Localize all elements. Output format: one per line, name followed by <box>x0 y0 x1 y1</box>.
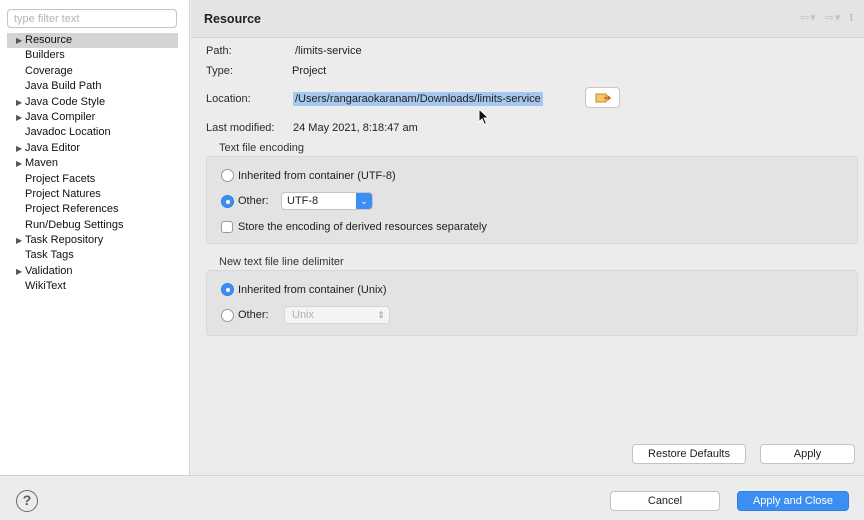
encoding-other-label: Other: <box>238 195 269 207</box>
encoding-group-title: Text file encoding <box>219 142 304 154</box>
sidebar-item[interactable]: ▶ Java Editor <box>0 141 190 156</box>
sidebar-item[interactable]: Task Tags <box>0 248 190 263</box>
sidebar-item-label: Java Build Path <box>25 80 102 93</box>
delimiter-other-radio[interactable] <box>221 309 234 322</box>
expand-arrow-icon[interactable]: ▶ <box>16 110 22 125</box>
help-icon[interactable]: ? <box>16 490 38 512</box>
path-label: Path: <box>206 45 232 57</box>
store-encoding-label: Store the encoding of derived resources … <box>238 221 487 233</box>
mouse-cursor-icon <box>478 108 490 126</box>
sidebar-item-label: Javadoc Location <box>25 126 111 139</box>
expand-arrow-icon[interactable]: ▶ <box>16 33 22 48</box>
expand-arrow-icon[interactable]: ▶ <box>16 156 22 171</box>
encoding-select-value: UTF-8 <box>287 195 319 207</box>
delimiter-inherited-radio[interactable] <box>221 283 234 296</box>
path-value: /limits-service <box>295 45 362 57</box>
sidebar-item[interactable]: Project References <box>0 202 190 217</box>
sidebar-item-label: Coverage <box>25 64 73 77</box>
expand-arrow-icon[interactable]: ▶ <box>16 264 22 279</box>
dialog-footer: ? Cancel Apply and Close <box>0 475 864 520</box>
cancel-button[interactable]: Cancel <box>610 491 720 511</box>
open-folder-icon <box>595 93 611 102</box>
sidebar-item-label: WikiText <box>25 280 66 293</box>
show-in-system-explorer-button[interactable] <box>585 87 620 108</box>
encoding-other-radio[interactable] <box>221 195 234 208</box>
sidebar-item[interactable]: ▶ Resource <box>7 33 178 49</box>
encoding-inherited-radio[interactable] <box>221 169 234 182</box>
apply-button[interactable]: Apply <box>760 444 855 464</box>
delimiter-select[interactable]: Unix ⇕ <box>284 306 390 324</box>
up-down-chevron-icon: ⇕ <box>377 310 385 320</box>
sidebar-item-label: Maven <box>25 157 59 170</box>
filter-input[interactable] <box>7 9 177 28</box>
store-encoding-checkbox[interactable] <box>221 221 233 233</box>
encoding-inherited-label: Inherited from container (UTF-8) <box>238 170 396 182</box>
sidebar-item[interactable]: Project Facets <box>0 172 190 187</box>
expand-arrow-icon[interactable]: ▶ <box>16 141 22 156</box>
sidebar-item[interactable]: Run/Debug Settings <box>0 218 190 233</box>
last-modified-value: 24 May 2021, 8:18:47 am <box>293 122 418 134</box>
encoding-group: Inherited from container (UTF-8) Other: … <box>206 156 858 244</box>
page-header: Resource ⇦▾ ⇨▾ ⁝ <box>191 0 864 38</box>
sidebar-item-label: Task Tags <box>25 249 74 262</box>
resource-page: Resource ⇦▾ ⇨▾ ⁝ Path: /limits-service T… <box>191 0 864 475</box>
sidebar-item[interactable]: Builders <box>0 48 190 63</box>
delimiter-inherited-label: Inherited from container (Unix) <box>238 284 387 296</box>
location-label: Location: <box>206 93 251 105</box>
delimiter-select-value: Unix <box>292 309 315 321</box>
type-value: Project <box>292 65 327 77</box>
back-arrow-icon[interactable]: ⇦▾ <box>800 11 817 24</box>
sidebar-item-label: Task Repository <box>25 234 104 247</box>
location-value[interactable]: /Users/rangaraokaranam/Downloads/limits-… <box>293 92 543 106</box>
chevron-down-icon: ⌄ <box>356 193 372 209</box>
sidebar-item[interactable]: ▶ Validation <box>0 264 190 279</box>
sidebar-item-label: Validation <box>25 264 73 277</box>
sidebar-item[interactable]: ▶ Java Compiler <box>0 110 190 125</box>
preferences-sidebar: ▶ResourceBuildersCoverageJava Build Path… <box>0 0 190 475</box>
history-navigation: ⇦▾ ⇨▾ ⁝ <box>796 11 854 24</box>
sidebar-item-label: Java Code Style <box>25 95 106 108</box>
sidebar-item[interactable]: ▶ Java Code Style <box>0 95 190 110</box>
delimiter-group-title: New text file line delimiter <box>219 256 344 268</box>
expand-arrow-icon[interactable]: ▶ <box>16 95 22 110</box>
sidebar-item-label: Project Facets <box>25 172 96 185</box>
sidebar-item[interactable]: Javadoc Location <box>0 125 190 140</box>
sidebar-item[interactable]: Project Natures <box>0 187 190 202</box>
sidebar-item-label: Java Editor <box>25 141 81 154</box>
sidebar-item-label: Run/Debug Settings <box>25 218 124 231</box>
forward-arrow-icon[interactable]: ⇨▾ <box>825 11 842 24</box>
type-label: Type: <box>206 65 233 77</box>
apply-and-close-button[interactable]: Apply and Close <box>737 491 849 511</box>
delimiter-other-label: Other: <box>238 309 269 321</box>
sidebar-item-label: Builders <box>25 49 65 62</box>
last-modified-label: Last modified: <box>206 122 275 134</box>
property-tree: ▶ Resource Builders Coverage Java Build Path… <box>0 33 190 295</box>
restore-defaults-button[interactable]: Restore Defaults <box>632 444 746 464</box>
sidebar-item[interactable]: Java Build Path <box>0 79 190 94</box>
sidebar-item[interactable]: WikiText <box>0 279 190 294</box>
page-title: Resource <box>204 12 261 26</box>
sidebar-item-label: Project Natures <box>25 187 101 200</box>
sidebar-item-label: Project References <box>25 203 119 216</box>
sidebar-item[interactable]: ▶ Maven <box>0 156 190 171</box>
delimiter-group: Inherited from container (Unix) Other: U… <box>206 270 858 336</box>
more-options-icon[interactable]: ⁝ <box>850 11 855 24</box>
sidebar-item[interactable]: Coverage <box>0 64 190 79</box>
sidebar-item-label: Resource <box>25 34 73 46</box>
sidebar-item[interactable]: ▶ Task Repository <box>0 233 190 248</box>
expand-arrow-icon[interactable]: ▶ <box>16 233 22 248</box>
encoding-select[interactable]: UTF-8 ⌄ <box>281 192 373 210</box>
sidebar-item-label: Java Compiler <box>25 110 96 123</box>
